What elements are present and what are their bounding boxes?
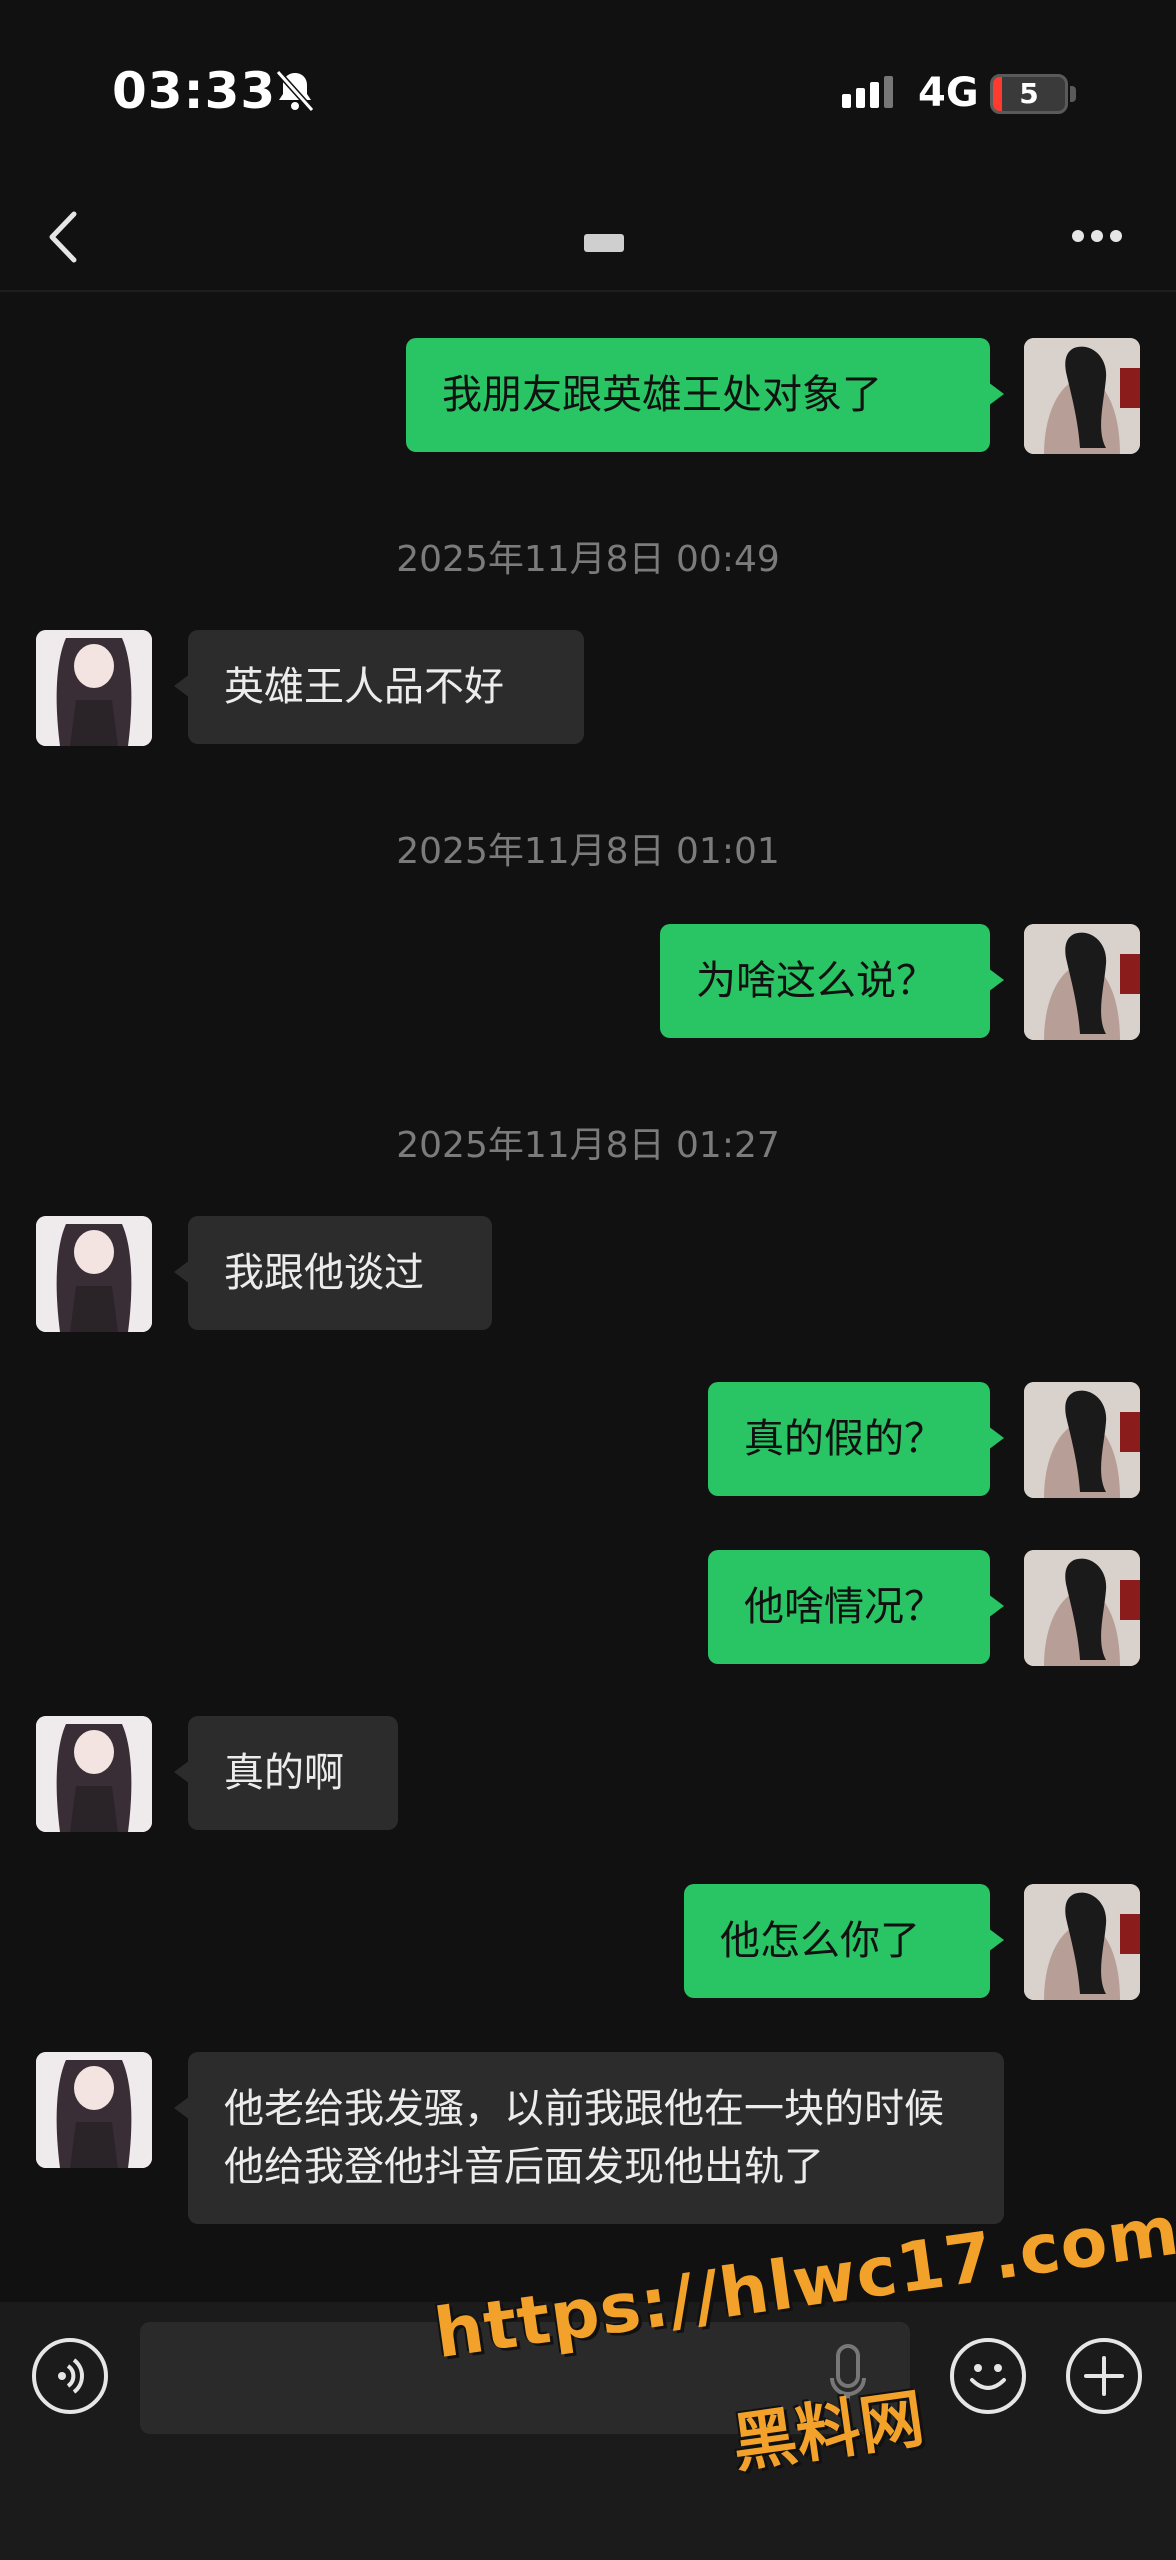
chat-header [0, 190, 1176, 292]
battery-tip [1070, 86, 1076, 102]
my-message-bubble[interactable]: 真的假的？ [708, 1382, 1004, 1496]
more-dots-icon[interactable] [1070, 228, 1124, 244]
my-avatar[interactable] [1024, 924, 1140, 1040]
my-avatar[interactable] [1024, 1884, 1140, 2000]
status-bar: 03:33 4G 5 [0, 0, 1176, 190]
chevron-left-icon[interactable] [40, 202, 84, 272]
timestamp: 2025年11月8日 00:49 [396, 539, 780, 580]
my-message-bubble[interactable]: 他啥情况？ [708, 1550, 1004, 1664]
contact-message-bubble[interactable]: 英雄王人品不好 [174, 630, 584, 744]
redacted-name-blob [584, 234, 624, 252]
message-list[interactable]: 我朋友跟英雄王处对象了 2025年11月8日 00:49 英雄王人品不好 202… [0, 292, 1176, 2302]
timestamp: 2025年11月8日 01:01 [396, 831, 780, 872]
contact-avatar[interactable] [36, 2052, 152, 2168]
plus-icon [1084, 2356, 1124, 2396]
status-time: 03:33 [112, 62, 277, 120]
contact-avatar[interactable] [36, 1716, 152, 1832]
my-message-bubble[interactable]: 我朋友跟英雄王处对象了 [406, 338, 1004, 452]
contact-avatar[interactable] [36, 1216, 152, 1332]
voice-wave-icon [58, 2358, 84, 2394]
battery-icon: 5 [990, 74, 1068, 114]
add-button[interactable] [1066, 2338, 1142, 2414]
smiley-icon [970, 2364, 1006, 2390]
emoji-button[interactable] [950, 2338, 1026, 2414]
voice-toggle-button[interactable] [32, 2338, 108, 2414]
contact-message-bubble[interactable]: 真的啊 [174, 1716, 398, 1830]
network-type: 4G [918, 70, 979, 116]
my-avatar[interactable] [1024, 338, 1140, 454]
contact-message-bubble[interactable]: 他老给我发骚，以前我跟他在一块的时候他给我登他抖音后面发现他出轨了 [174, 2052, 1004, 2224]
my-message-bubble[interactable]: 为啥这么说？ [660, 924, 1004, 1038]
bell-muted-icon [275, 69, 315, 113]
my-message-bubble[interactable]: 他怎么你了 [684, 1884, 1004, 1998]
timestamp: 2025年11月8日 01:27 [396, 1125, 780, 1166]
battery-level: 5 [1019, 77, 1039, 110]
contact-avatar[interactable] [36, 630, 152, 746]
contact-message-bubble[interactable]: 我跟他谈过 [174, 1216, 492, 1330]
signal-icon [842, 76, 893, 108]
my-avatar[interactable] [1024, 1382, 1140, 1498]
my-avatar[interactable] [1024, 1550, 1140, 1666]
